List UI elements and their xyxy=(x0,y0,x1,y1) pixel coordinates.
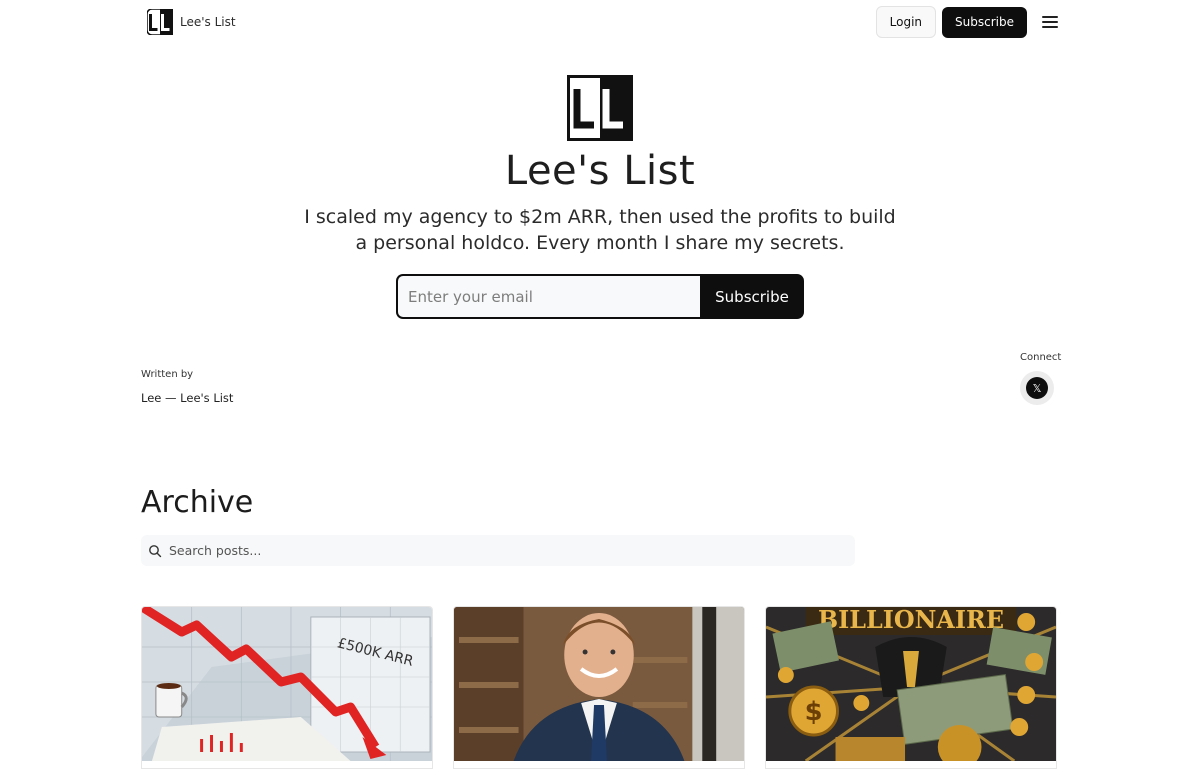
login-button[interactable]: Login xyxy=(875,6,937,38)
billionaire-collage-image: BILLIONAIRE $ xyxy=(766,607,1056,761)
search-input[interactable] xyxy=(167,542,831,559)
hamburger-menu-icon[interactable] xyxy=(1042,16,1058,28)
post-card[interactable]: £500K ARR xyxy=(141,606,433,769)
email-input[interactable] xyxy=(398,276,700,317)
author-link[interactable]: Lee — Lee's List xyxy=(141,391,233,405)
connect-label: Connect xyxy=(1020,352,1062,363)
svg-text:$: $ xyxy=(805,697,823,727)
brand-link[interactable]: Lee's List xyxy=(147,9,236,35)
publication-logo-icon xyxy=(567,75,633,141)
collage-image-label: BILLIONAIRE xyxy=(818,607,1004,634)
businessman-photo-image xyxy=(454,607,744,761)
subscribe-button[interactable]: Subscribe xyxy=(700,274,804,319)
search-icon xyxy=(149,544,162,557)
subscribe-button-nav[interactable]: Subscribe xyxy=(942,6,1027,38)
nav-actions: Login Subscribe xyxy=(875,6,1058,38)
written-by-label: Written by xyxy=(141,369,194,380)
publication-tagline: I scaled my agency to $2m ARR, then used… xyxy=(304,206,896,254)
subscribe-form: Subscribe xyxy=(396,274,804,319)
post-card[interactable] xyxy=(453,606,745,769)
declining-chart-image: £500K ARR xyxy=(142,607,432,761)
x-social-link[interactable]: 𝕏 xyxy=(1020,371,1054,405)
post-card[interactable]: BILLIONAIRE $ xyxy=(765,606,1057,769)
page: Lee's List Login Subscribe Lee's List I … xyxy=(0,0,1200,769)
brand-name: Lee's List xyxy=(180,15,236,29)
archive-title: Archive xyxy=(141,485,254,520)
brand-logo-icon xyxy=(147,9,173,35)
search-bar xyxy=(141,535,855,566)
x-social-icon: 𝕏 xyxy=(1026,377,1048,399)
publication-title: Lee's List xyxy=(504,148,696,194)
top-nav: Lee's List Login Subscribe xyxy=(0,0,1200,44)
